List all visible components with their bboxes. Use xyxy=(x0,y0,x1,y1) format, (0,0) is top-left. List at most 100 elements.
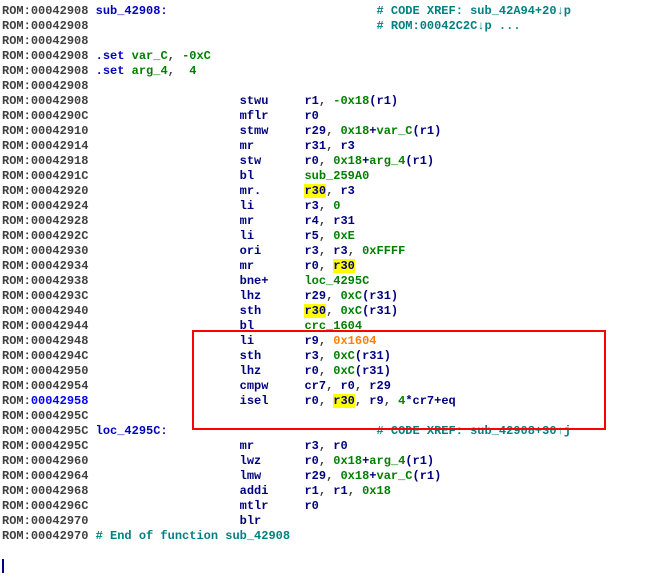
address[interactable]: 0004293C xyxy=(31,289,96,303)
address[interactable]: 00042944 xyxy=(31,319,96,333)
asm-line[interactable]: ROM:0004292C li r5, 0xE xyxy=(2,229,651,244)
address[interactable]: 00042970 xyxy=(31,514,96,528)
asm-line[interactable]: ROM:00042970 blr xyxy=(2,514,651,529)
code-ref[interactable]: crc_1604 xyxy=(304,319,362,333)
address[interactable]: 00042910 xyxy=(31,124,96,138)
punct: ) xyxy=(391,289,398,303)
asm-line[interactable]: ROM:00042924 li r3, 0 xyxy=(2,199,651,214)
asm-line[interactable]: ROM:0004293C lhz r29, 0xC(r31) xyxy=(2,289,651,304)
asm-line[interactable]: ROM:00042908 xyxy=(2,34,651,49)
address[interactable]: 00042938 xyxy=(31,274,96,288)
punct: ) xyxy=(427,154,434,168)
code-ref[interactable]: loc_4295C xyxy=(304,274,369,288)
register: r29 xyxy=(304,124,326,138)
address[interactable]: 00042930 xyxy=(31,244,96,258)
address[interactable]: 00042908 xyxy=(31,49,96,63)
xref-link[interactable]: ROM:00042C2C↓p xyxy=(391,19,492,33)
disassembly-listing[interactable]: ROM:00042908 sub_42908: # CODE XREF: sub… xyxy=(0,0,653,548)
address[interactable]: 00042958 xyxy=(31,394,96,408)
stack-var-def[interactable]: arg_4 xyxy=(132,64,168,78)
segment: ROM xyxy=(2,484,24,498)
asm-line[interactable]: ROM:0004294C sth r3, 0xC(r31) xyxy=(2,349,651,364)
asm-line[interactable]: ROM:00042918 stw r0, 0x18+arg_4(r1) xyxy=(2,154,651,169)
asm-line[interactable]: ROM:00042908 .set arg_4, 4 xyxy=(2,64,651,79)
xref-link[interactable]: sub_42A94+20↓p xyxy=(470,4,571,18)
address[interactable]: 00042928 xyxy=(31,214,96,228)
asm-line[interactable]: ROM:00042968 addi r1, r1, 0x18 xyxy=(2,484,651,499)
asm-line[interactable]: ROM:00042960 lwz r0, 0x18+arg_4(r1) xyxy=(2,454,651,469)
address[interactable]: 00042908 xyxy=(31,94,96,108)
asm-line[interactable]: ROM:0004295C mr r3, r0 xyxy=(2,439,651,454)
asm-line[interactable]: ROM:00042938 bne+ loc_4295C xyxy=(2,274,651,289)
address[interactable]: 00042920 xyxy=(31,184,96,198)
asm-line[interactable]: ROM:00042920 mr. r30, r3 xyxy=(2,184,651,199)
address[interactable]: 00042960 xyxy=(31,454,96,468)
address[interactable]: 00042954 xyxy=(31,379,96,393)
address[interactable]: 0004295C xyxy=(31,424,96,438)
register: r29 xyxy=(304,469,326,483)
asm-line[interactable]: ROM:00042954 cmpw cr7, r0, r29 xyxy=(2,379,651,394)
stack-var-def[interactable]: var_C xyxy=(132,49,168,63)
asm-line[interactable]: ROM:00042948 li r9, 0x1604 xyxy=(2,334,651,349)
address[interactable]: 0004290C xyxy=(31,109,96,123)
asm-line[interactable]: ROM:00042958 isel r0, r30, r9, 4*cr7+eq xyxy=(2,394,651,409)
asm-line[interactable]: ROM:0004296C mtlr r0 xyxy=(2,499,651,514)
address[interactable]: 0004294C xyxy=(31,349,96,363)
register-hilite: r30 xyxy=(304,304,326,318)
asm-line[interactable]: ROM:00042944 bl crc_1604 xyxy=(2,319,651,334)
asm-line[interactable]: ROM:00042970 # End of function sub_42908 xyxy=(2,529,651,544)
address[interactable]: 00042908 xyxy=(31,64,96,78)
asm-line[interactable]: ROM:00042908 .set var_C, -0xC xyxy=(2,49,651,64)
xref-link[interactable]: sub_42908+30↑j xyxy=(470,424,571,438)
address[interactable]: 00042940 xyxy=(31,304,96,318)
address[interactable]: 00042968 xyxy=(31,484,96,498)
stack-var[interactable]: arg_4 xyxy=(369,154,405,168)
register: r29 xyxy=(304,289,326,303)
address[interactable]: 00042908 xyxy=(31,19,96,33)
asm-line[interactable]: ROM:00042908 stwu r1, -0x18(r1) xyxy=(2,94,651,109)
asm-line[interactable]: ROM:00042930 ori r3, r3, 0xFFFF xyxy=(2,244,651,259)
address[interactable]: 00042908 xyxy=(31,4,96,18)
address[interactable]: 0004295C xyxy=(31,439,96,453)
asm-line[interactable]: ROM:00042908 sub_42908: # CODE XREF: sub… xyxy=(2,4,651,19)
stack-var[interactable]: var_C xyxy=(377,124,413,138)
address[interactable]: 00042934 xyxy=(31,259,96,273)
mnemonic: sth xyxy=(240,304,305,318)
asm-line[interactable]: ROM:00042908 # ROM:00042C2C↓p ... xyxy=(2,19,651,34)
asm-line[interactable]: ROM:0004295C xyxy=(2,409,651,424)
comma: , xyxy=(326,124,340,138)
asm-line[interactable]: ROM:00042940 sth r30, 0xC(r31) xyxy=(2,304,651,319)
asm-line[interactable]: ROM:00042934 mr r0, r30 xyxy=(2,259,651,274)
address[interactable]: 00042948 xyxy=(31,334,96,348)
stack-var[interactable]: arg_4 xyxy=(369,454,405,468)
asm-line[interactable]: ROM:00042914 mr r31, r3 xyxy=(2,139,651,154)
code-ref[interactable]: sub_259A0 xyxy=(304,169,369,183)
code-label[interactable]: loc_4295C: xyxy=(96,424,168,438)
address[interactable]: 00042908 xyxy=(31,34,96,48)
asm-line[interactable]: ROM:0004291C bl sub_259A0 xyxy=(2,169,651,184)
stack-var[interactable]: var_C xyxy=(377,469,413,483)
asm-line[interactable]: ROM:0004290C mflr r0 xyxy=(2,109,651,124)
address[interactable]: 0004295C xyxy=(31,409,96,423)
segment: ROM xyxy=(2,469,24,483)
asm-line[interactable]: ROM:00042964 lmw r29, 0x18+var_C(r1) xyxy=(2,469,651,484)
address[interactable]: 0004296C xyxy=(31,499,96,513)
address[interactable]: 0004292C xyxy=(31,229,96,243)
asm-line[interactable]: ROM:00042908 xyxy=(2,79,651,94)
asm-line[interactable]: ROM:0004295C loc_4295C: # CODE XREF: sub… xyxy=(2,424,651,439)
asm-line[interactable]: ROM:00042928 mr r4, r31 xyxy=(2,214,651,229)
address[interactable]: 00042914 xyxy=(31,139,96,153)
address[interactable]: 0004291C xyxy=(31,169,96,183)
address[interactable]: 00042964 xyxy=(31,469,96,483)
address[interactable]: 00042924 xyxy=(31,199,96,213)
asm-line[interactable]: ROM:00042910 stmw r29, 0x18+var_C(r1) xyxy=(2,124,651,139)
address[interactable]: 00042950 xyxy=(31,364,96,378)
address[interactable]: 00042970 xyxy=(31,529,96,543)
code-label[interactable]: sub_42908: xyxy=(96,4,168,18)
punct: ) xyxy=(434,124,441,138)
segment: ROM xyxy=(2,409,24,423)
address[interactable]: 00042918 xyxy=(31,154,96,168)
asm-line[interactable]: ROM:00042950 lhz r0, 0xC(r31) xyxy=(2,364,651,379)
address[interactable]: 00042908 xyxy=(31,79,96,93)
caret-indicator xyxy=(2,559,4,573)
